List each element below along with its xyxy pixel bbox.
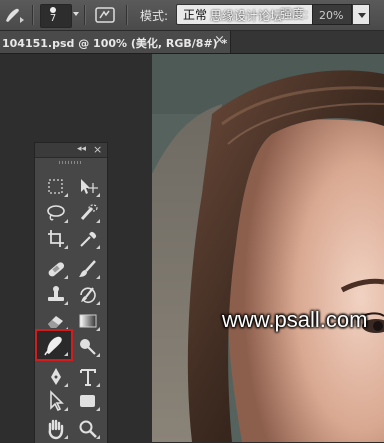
quick-selection-tool-icon[interactable] <box>75 201 101 225</box>
strength-label: 强度: <box>280 7 309 21</box>
panel-grip[interactable] <box>59 161 83 164</box>
rectangle-tool-icon[interactable] <box>75 389 101 413</box>
crop-tool-icon[interactable] <box>43 227 69 251</box>
pen-tool-icon[interactable] <box>43 365 69 389</box>
watermark-url: www.psall.com <box>222 307 368 332</box>
lasso-tool-icon[interactable] <box>43 201 69 225</box>
separator <box>32 5 34 25</box>
brush-panel-toggle-button[interactable] <box>94 5 116 25</box>
strength-input[interactable]: 20% <box>312 4 352 25</box>
close-icon[interactable]: × <box>214 33 225 48</box>
document-tab[interactable]: 104151.psd @ 100% (美化, RGB/8#) * × <box>0 31 231 53</box>
brush-size: 7 <box>49 13 57 24</box>
collapse-icon[interactable]: ◂◂ <box>77 144 86 154</box>
type-tool-icon[interactable] <box>75 365 101 389</box>
zoom-tool-icon[interactable] <box>75 417 101 441</box>
tools-panel: ◂◂ × <box>34 142 108 443</box>
smudge-tool-icon[interactable] <box>35 329 73 361</box>
gradient-tool-icon[interactable] <box>75 309 101 333</box>
path-selection-tool-icon[interactable] <box>43 389 69 413</box>
clone-stamp-tool-icon[interactable] <box>43 283 69 307</box>
eyedropper-tool-icon[interactable] <box>75 227 101 251</box>
chevron-down-icon <box>73 12 79 16</box>
mode-label: 模式: <box>140 9 169 23</box>
portrait-photo[interactable]: www.psall.com <box>152 54 384 442</box>
history-brush-tool-icon[interactable] <box>75 283 101 307</box>
hand-tool-icon[interactable] <box>43 417 69 441</box>
watermark-text: 思缘设计论坛 <box>210 9 283 23</box>
dodge-tool-icon[interactable] <box>75 335 101 359</box>
close-icon[interactable]: × <box>93 143 102 156</box>
document-tab-bar: 104151.psd @ 100% (美化, RGB/8#) * × <box>0 31 384 54</box>
document-tab-title: 104151.psd @ 100% (美化, RGB/8#) * <box>2 37 228 50</box>
tools-panel-header[interactable]: ◂◂ × <box>35 143 107 158</box>
mode-value: 正常 <box>183 8 208 22</box>
options-bar: 7 模式: 正常 思缘设计论坛 强度: 20% <box>0 0 384 31</box>
healing-brush-tool-icon[interactable] <box>43 257 69 281</box>
marquee-tool-icon[interactable] <box>43 175 69 199</box>
smudge-tool-icon[interactable] <box>2 5 26 25</box>
brush-preset-picker[interactable]: 7 <box>40 4 79 28</box>
brush-tool-icon[interactable] <box>75 257 101 281</box>
strength-dropdown-button[interactable] <box>352 4 370 25</box>
move-tool-icon[interactable] <box>75 175 101 199</box>
separator <box>84 5 86 25</box>
separator <box>126 5 128 25</box>
